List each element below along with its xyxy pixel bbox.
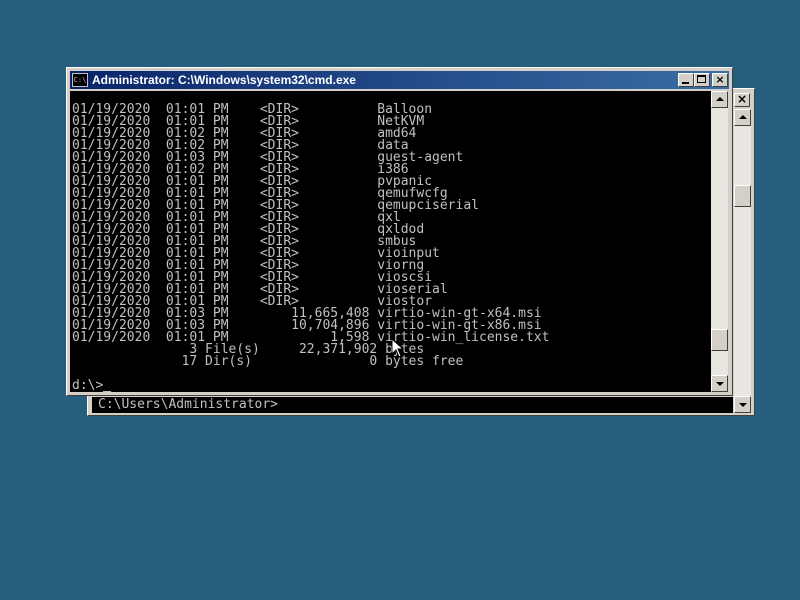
background-prompt-line: C:\Users\Administrator> xyxy=(98,397,279,412)
maximize-icon xyxy=(697,75,706,83)
mouse-pointer-icon xyxy=(391,338,404,358)
text-cursor xyxy=(103,391,112,392)
arrow-down-icon xyxy=(739,403,747,407)
background-console-area[interactable]: C:\Users\Administrator> xyxy=(92,397,733,413)
arrow-up-icon xyxy=(716,97,724,101)
background-scroll-down-button[interactable] xyxy=(734,396,751,413)
cmd-icon: C:\ xyxy=(72,73,88,87)
close-button[interactable]: × xyxy=(712,73,728,87)
close-icon: × xyxy=(736,92,748,106)
background-window-scrollbar[interactable] xyxy=(734,109,751,413)
vertical-scrollbar[interactable] xyxy=(711,91,728,392)
title-bar[interactable]: C:\ Administrator: C:\Windows\system32\c… xyxy=(70,71,729,89)
maximize-button[interactable] xyxy=(694,73,710,87)
scroll-up-button[interactable] xyxy=(711,91,728,108)
arrow-up-icon xyxy=(739,115,747,119)
background-scroll-thumb[interactable] xyxy=(734,185,751,207)
background-scroll-up-button[interactable] xyxy=(734,109,751,126)
scroll-down-button[interactable] xyxy=(711,375,728,392)
arrow-down-icon xyxy=(716,382,724,386)
minimize-button[interactable] xyxy=(678,73,694,87)
console-line: 17 Dir(s) 0 bytes free xyxy=(72,354,464,369)
close-icon: × xyxy=(715,73,725,86)
scroll-thumb[interactable] xyxy=(711,328,728,351)
background-window-close-button[interactable]: × xyxy=(734,93,750,107)
window-title: Administrator: C:\Windows\system32\cmd.e… xyxy=(92,73,356,87)
minimize-icon xyxy=(682,82,689,84)
console-line: d:\> xyxy=(72,378,104,392)
